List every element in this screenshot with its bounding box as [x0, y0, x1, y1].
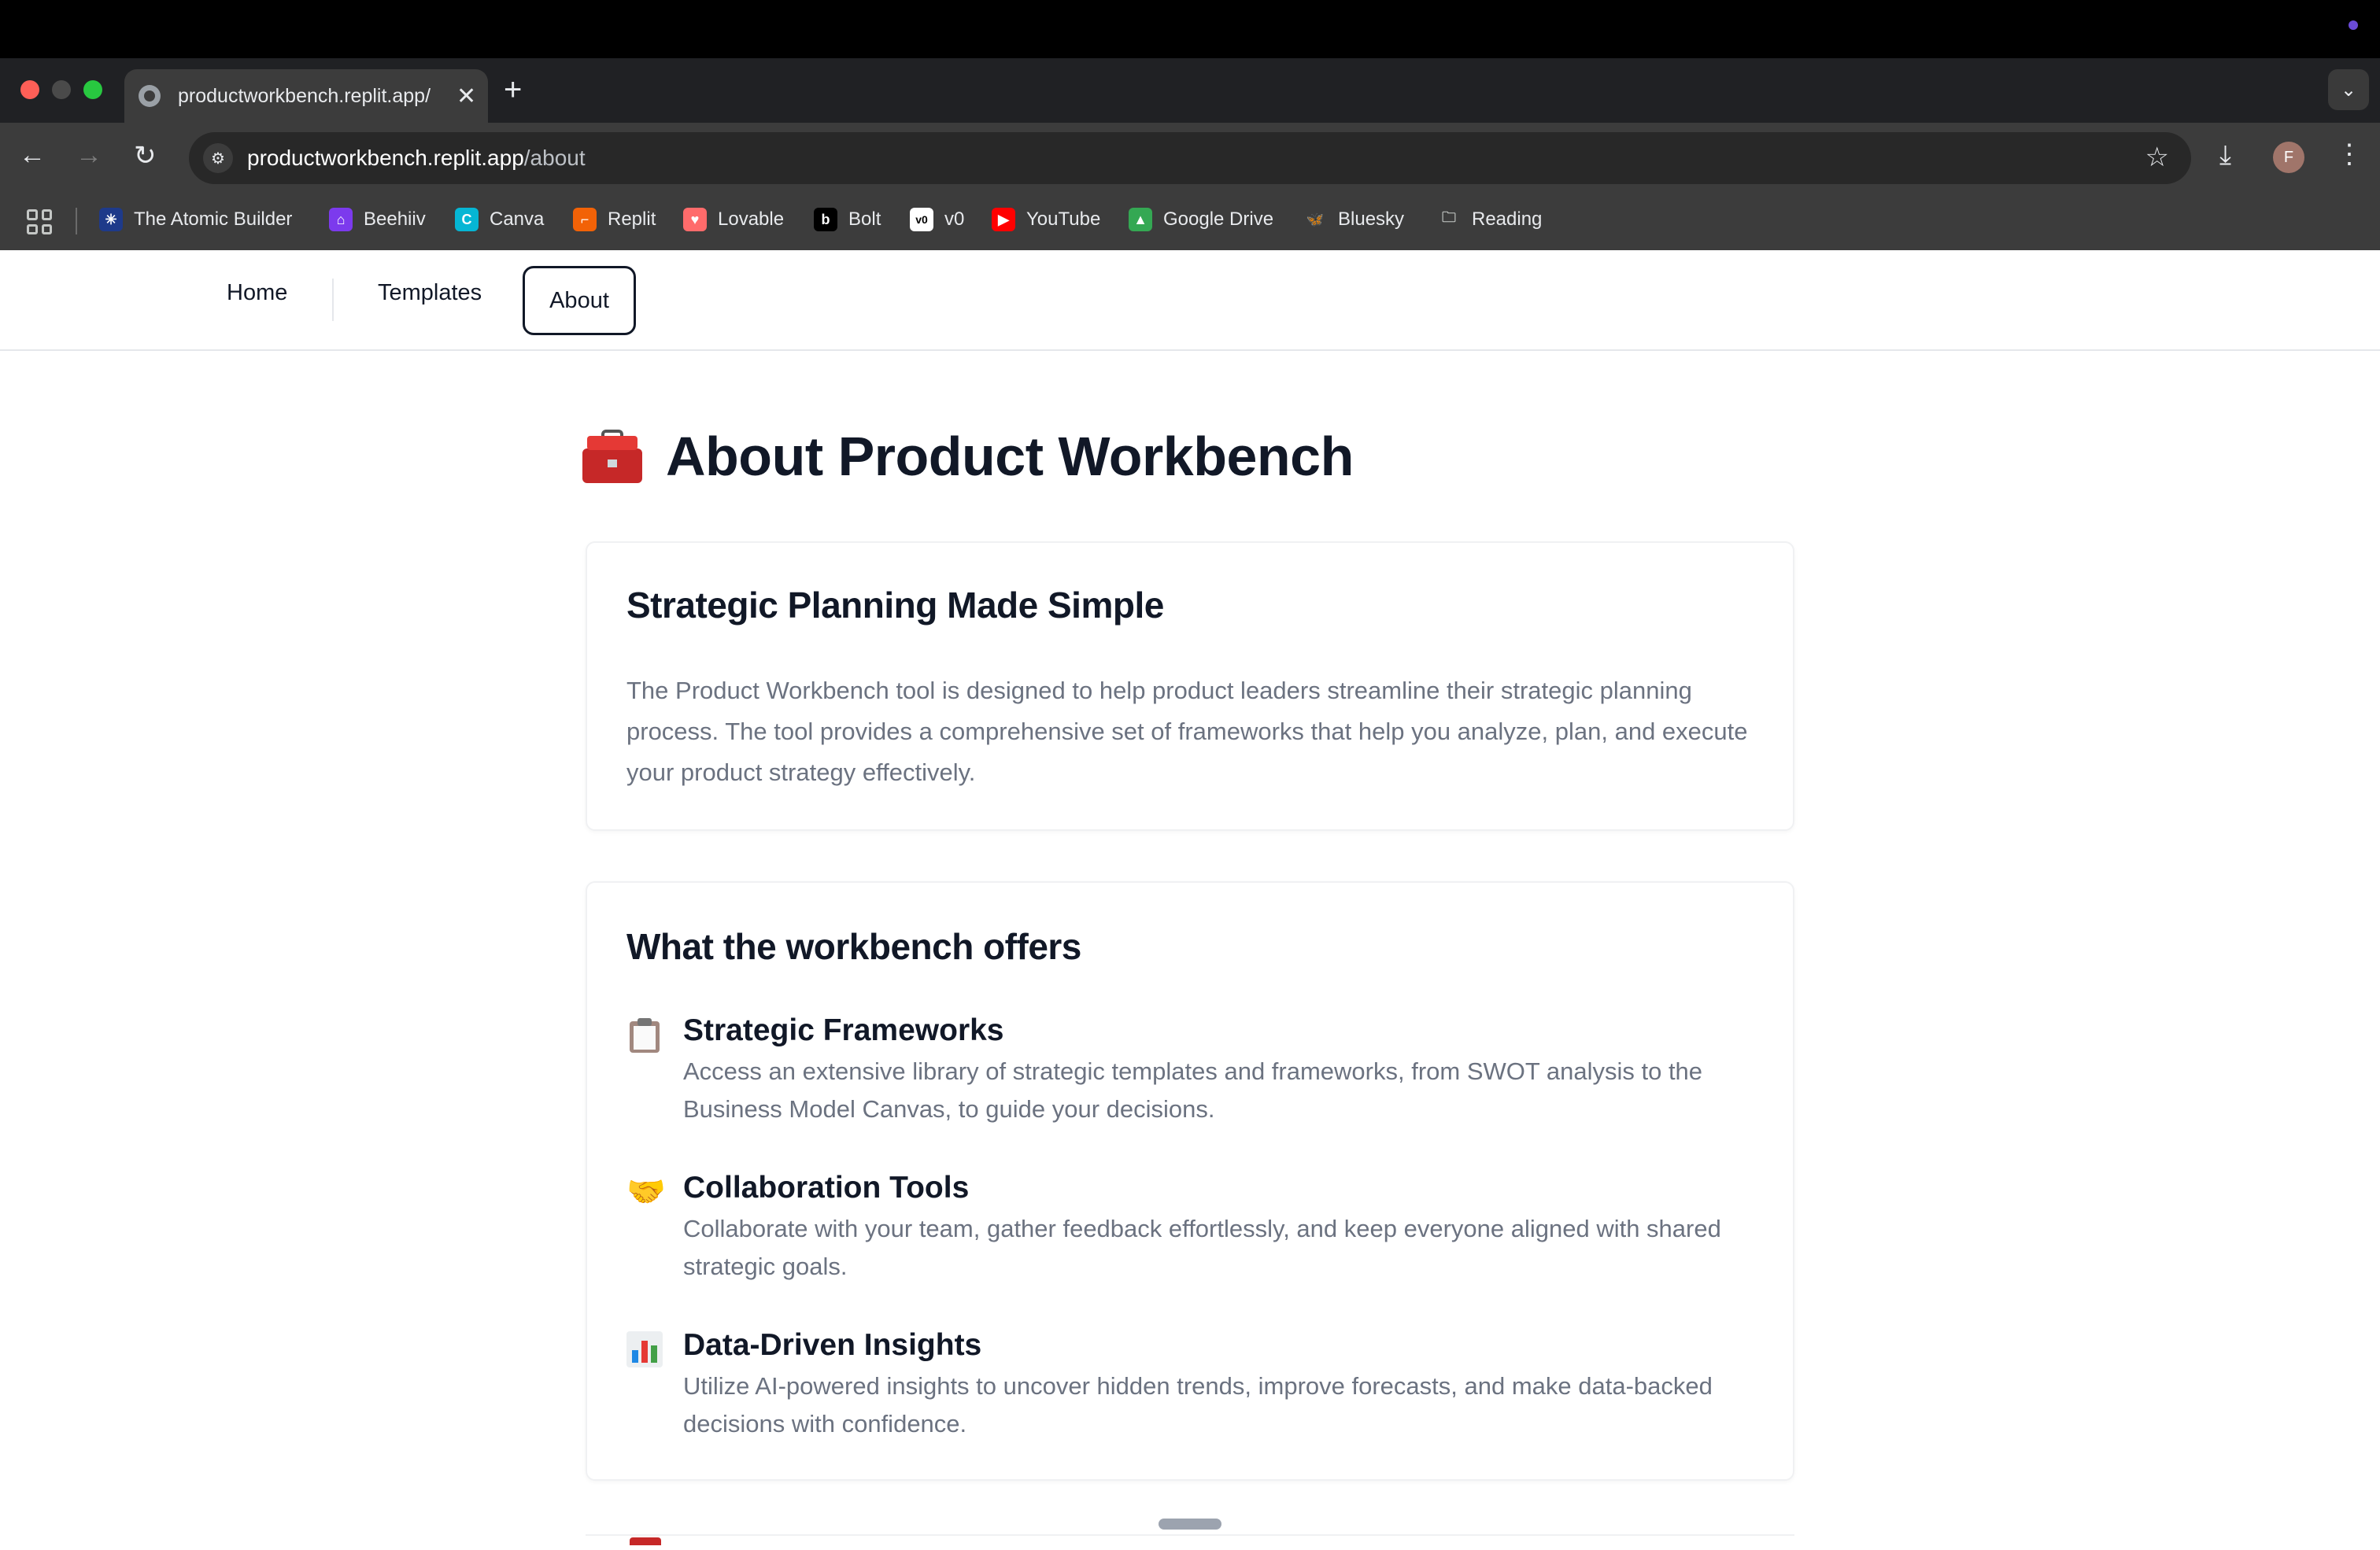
lovable-icon: ♥: [683, 208, 707, 231]
browser-toolbar: ← → ↻ ⚙ productworkbench.replit.app/abou…: [0, 123, 2380, 194]
bookmark-item[interactable]: ✳ The Atomic Builder: [99, 208, 292, 231]
bookmark-label: Replit: [608, 209, 656, 230]
bookmark-item[interactable]: ⌂ Beehiiv: [329, 208, 426, 231]
intro-card: Strategic Planning Made Simple The Produ…: [586, 541, 1794, 831]
site-settings-icon[interactable]: ⚙: [203, 143, 233, 173]
beehiiv-icon: ⌂: [329, 208, 353, 231]
forward-arrow-icon[interactable]: →: [76, 140, 102, 171]
bookmark-label: Google Drive: [1163, 209, 1274, 230]
bookmark-label: Bluesky: [1338, 209, 1405, 230]
new-tab-button[interactable]: +: [504, 72, 522, 108]
toolbox-icon: [582, 430, 642, 483]
reload-icon[interactable]: ↻: [134, 140, 157, 172]
bookmark-label: Reading: [1472, 209, 1543, 230]
feature-title: Data-Driven Insights: [683, 1328, 982, 1362]
bookmark-label: Beehiiv: [364, 209, 426, 230]
url-path: /about: [523, 146, 586, 170]
window-close-button[interactable]: [20, 80, 39, 99]
bookmark-item[interactable]: v0 v0: [910, 208, 964, 231]
profile-avatar[interactable]: F: [2273, 142, 2304, 173]
offers-heading: What the workbench offers: [626, 926, 1081, 967]
bar-chart-icon: [626, 1331, 663, 1367]
download-icon[interactable]: ⤓: [2219, 140, 2231, 171]
system-menu-bar: [0, 0, 2380, 58]
nav-templates-link[interactable]: Templates: [378, 280, 482, 306]
tab-title: productworkbench.replit.app/: [178, 84, 431, 107]
feature-title: Strategic Frameworks: [683, 1013, 1004, 1047]
bookmark-label: Lovable: [718, 209, 785, 230]
nav-divider: [332, 279, 334, 321]
bookmark-item[interactable]: 🦋 Bluesky: [1303, 208, 1404, 231]
status-indicator-icon: [2349, 20, 2358, 30]
apps-grid-icon[interactable]: [27, 209, 52, 234]
feature-title: Collaboration Tools: [683, 1171, 970, 1205]
atomic-builder-icon: ✳: [99, 208, 123, 231]
tab-close-icon[interactable]: ✕: [456, 83, 476, 110]
canva-icon: C: [455, 208, 479, 231]
url-host: productworkbench.replit.app: [247, 146, 524, 170]
tab-search-button[interactable]: ⌄: [2328, 69, 2369, 110]
browser-tab-active[interactable]: productworkbench.replit.app/ ✕: [124, 69, 488, 123]
bolt-icon: b: [814, 208, 837, 231]
window-minimize-button[interactable]: [52, 80, 71, 99]
bookmark-item[interactable]: ▶ YouTube: [992, 208, 1100, 231]
handshake-icon: 🤝: [626, 1175, 666, 1209]
bookmark-label: Bolt: [848, 209, 881, 230]
v0-icon: v0: [910, 208, 933, 231]
site-navbar: Home Templates About: [0, 250, 2380, 351]
page-title: About Product Workbench: [666, 426, 1354, 487]
clipboard-icon: [626, 1017, 663, 1053]
next-card-edge: [586, 1534, 1794, 1550]
google-drive-icon: ▲: [1129, 208, 1152, 231]
bookmarks-bar: ✳ The Atomic Builder ⌂ Beehiiv C Canva ⌐ Replit…: [0, 194, 2380, 250]
nav-about-link[interactable]: About: [523, 266, 636, 335]
bookmark-item[interactable]: 🗀 Reading: [1437, 208, 1542, 231]
back-arrow-icon[interactable]: ←: [19, 140, 46, 171]
feature-body: Collaborate with your team, gather feedb…: [683, 1215, 1721, 1280]
window-zoom-button[interactable]: [83, 80, 102, 99]
more-menu-icon[interactable]: ⋮: [2336, 138, 2363, 170]
globe-icon: [139, 85, 161, 107]
browser-tab-strip: productworkbench.replit.app/ ✕ + ⌄: [0, 58, 2380, 123]
folder-icon: 🗀: [1442, 209, 1456, 225]
bookmark-item[interactable]: b Bolt: [814, 208, 881, 231]
scroll-indicator[interactable]: [1159, 1519, 1221, 1530]
bookmark-item[interactable]: C Canva: [455, 208, 544, 231]
bookmarks-divider: [76, 208, 77, 234]
bookmark-label: Canva: [490, 209, 545, 230]
next-card-icon: [630, 1537, 661, 1545]
intro-body: The Product Workbench tool is designed t…: [626, 677, 1748, 786]
feature-body: Utilize AI-powered insights to uncover h…: [683, 1372, 1713, 1437]
bookmark-star-icon[interactable]: ☆: [2145, 142, 2169, 173]
intro-heading: Strategic Planning Made Simple: [626, 585, 1164, 626]
youtube-icon: ▶: [992, 208, 1015, 231]
replit-icon: ⌐: [573, 208, 597, 231]
bookmark-item[interactable]: ▲ Google Drive: [1129, 208, 1273, 231]
bookmark-item[interactable]: ♥ Lovable: [683, 208, 784, 231]
address-bar[interactable]: ⚙ productworkbench.replit.app/about ☆: [189, 132, 2191, 184]
bookmark-label: v0: [944, 209, 965, 230]
page-heading: About Product Workbench: [582, 425, 1354, 488]
offers-card: What the workbench offers Strategic Fram…: [586, 881, 1794, 1481]
bookmark-item[interactable]: ⌐ Replit: [573, 208, 656, 231]
bookmark-label: YouTube: [1026, 209, 1101, 230]
bookmark-label: The Atomic Builder: [134, 209, 293, 230]
address-url[interactable]: productworkbench.replit.app/about: [247, 146, 586, 171]
feature-body: Access an extensive library of strategic…: [683, 1057, 1703, 1123]
nav-home-link[interactable]: Home: [227, 280, 287, 306]
bluesky-icon: 🦋: [1306, 211, 1325, 227]
